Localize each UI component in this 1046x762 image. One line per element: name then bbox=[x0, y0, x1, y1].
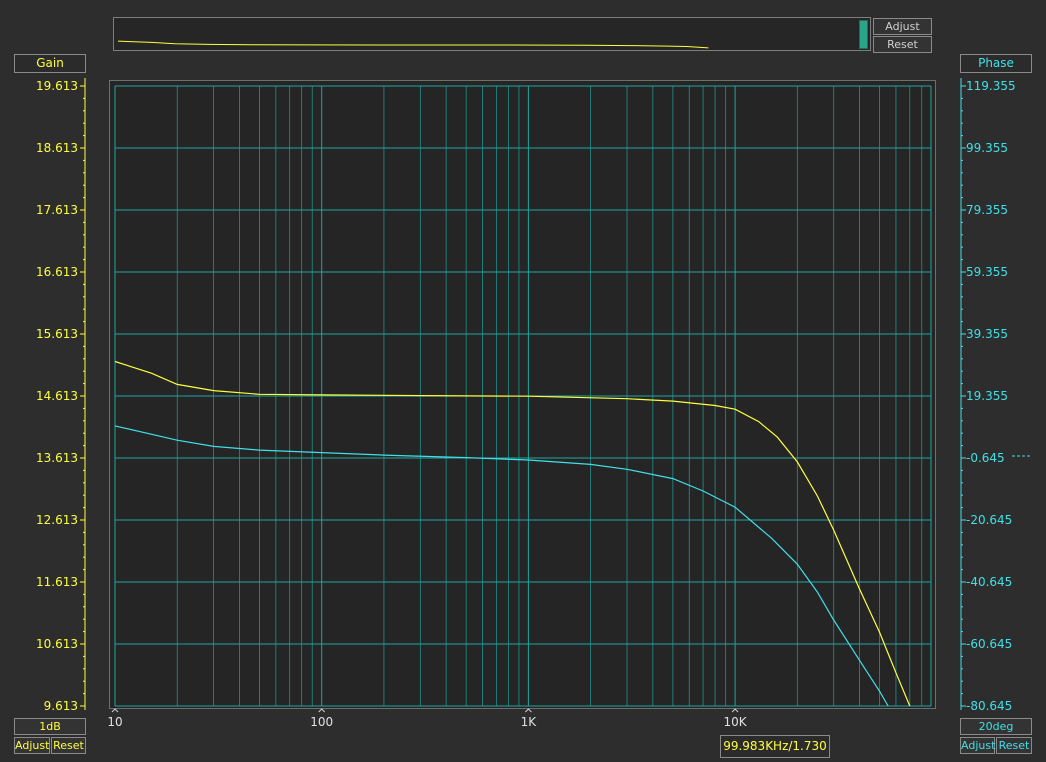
phase-axis-title: Phase bbox=[960, 54, 1032, 73]
gain-tick-label: 19.613 bbox=[36, 79, 78, 93]
phase-reset-button[interactable]: Reset bbox=[996, 737, 1032, 754]
gain-tick-label: 12.613 bbox=[36, 513, 78, 527]
gain-tick-label: 18.613 bbox=[36, 141, 78, 155]
overview-reset-button[interactable]: Reset bbox=[873, 36, 932, 53]
gain-tick-label: 16.613 bbox=[36, 265, 78, 279]
phase-tick-label: -0.645 bbox=[966, 451, 1005, 465]
overview-scroll-handle[interactable] bbox=[859, 20, 868, 49]
gain-tick-label: 10.613 bbox=[36, 637, 78, 651]
phase-tick-label: 19.355 bbox=[966, 389, 1008, 403]
overview-strip[interactable] bbox=[113, 17, 871, 51]
phase-tick-label: 79.355 bbox=[966, 203, 1008, 217]
overview-plot bbox=[117, 40, 709, 49]
x-tick-label: 1K bbox=[521, 715, 538, 729]
overview-adjust-button[interactable]: Adjust bbox=[873, 18, 932, 35]
gain-tick-label: 17.613 bbox=[36, 203, 78, 217]
gain-scale-button[interactable]: 1dB bbox=[14, 718, 86, 735]
phase-adjust-button[interactable]: Adjust bbox=[960, 737, 995, 754]
phase-tick-label: 99.355 bbox=[966, 141, 1008, 155]
x-tick-marker bbox=[111, 708, 119, 713]
x-tick-label: 10 bbox=[107, 715, 122, 729]
gain-tick-label: 13.613 bbox=[36, 451, 78, 465]
phase-tick-label: 119.355 bbox=[966, 79, 1016, 93]
gain-tick-label: 9.613 bbox=[44, 699, 78, 713]
phase-tick-label: -60.645 bbox=[966, 637, 1012, 651]
x-tick-marker bbox=[731, 708, 739, 713]
phase-tick-label: 39.355 bbox=[966, 327, 1008, 341]
gain-tick-label: 15.613 bbox=[36, 327, 78, 341]
cursor-readout: 99.983KHz/1.730 bbox=[720, 735, 830, 758]
gain-axis-title: Gain bbox=[14, 54, 86, 73]
gain-tick-label: 11.613 bbox=[36, 575, 78, 589]
x-tick-label: 100 bbox=[310, 715, 333, 729]
gain-reset-button[interactable]: Reset bbox=[51, 737, 86, 754]
phase-tick-label: -80.645 bbox=[966, 699, 1012, 713]
phase-tick-label: -20.645 bbox=[966, 513, 1012, 527]
phase-tick-label: 59.355 bbox=[966, 265, 1008, 279]
phase-tick-label: -40.645 bbox=[966, 575, 1012, 589]
gain-tick-label: 14.613 bbox=[36, 389, 78, 403]
x-tick-label: 10K bbox=[724, 715, 748, 729]
plot-area[interactable] bbox=[109, 80, 936, 709]
x-tick-marker bbox=[525, 708, 532, 713]
phase-scale-button[interactable]: 20deg bbox=[960, 718, 1032, 735]
overview-gain-curve bbox=[117, 40, 709, 49]
gain-adjust-button[interactable]: Adjust bbox=[14, 737, 50, 754]
x-tick-marker bbox=[318, 708, 326, 713]
